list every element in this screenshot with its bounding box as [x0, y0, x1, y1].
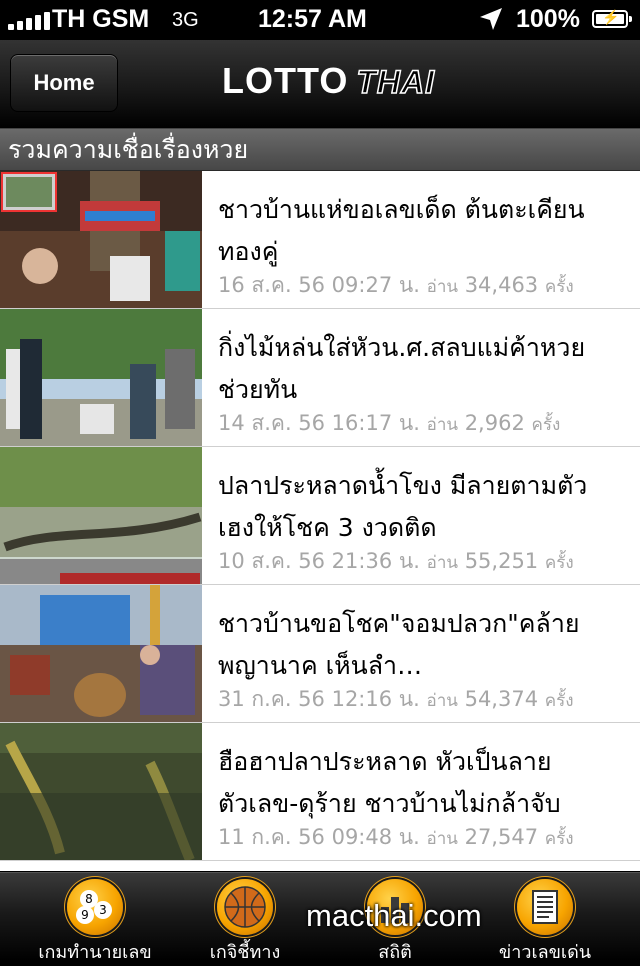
reads-label: อ่าน — [426, 277, 458, 297]
article-date: 10 ส.ค. 56 21:36 น. — [218, 549, 420, 573]
read-count: 55,251 — [464, 549, 539, 573]
reads-suffix: ครั้ง — [544, 277, 574, 297]
article-meta: 10 ส.ค. 56 21:36 น. อ่าน 55,251 ครั้ง — [218, 545, 574, 578]
battery-percent: 100% — [516, 5, 580, 33]
read-count: 54,374 — [464, 687, 539, 711]
news-icon — [517, 879, 573, 935]
reads-label: อ่าน — [426, 553, 458, 573]
status-time: 12:57 AM — [258, 5, 367, 33]
svg-text:8: 8 — [85, 892, 93, 906]
signal-icon — [8, 10, 50, 30]
basketball-icon — [217, 879, 273, 935]
status-bar: TH GSM 3G 12:57 AM 100% ⚡ — [0, 0, 640, 40]
tab-prediction-game[interactable]: 8 9 3 เกมทำนายเลข — [15, 873, 175, 963]
article-title: กิ่งไม้หล่นใส่หัวน.ศ.สลบแม่ค้าหวยช่วยทัน — [218, 333, 586, 404]
reads-suffix: ครั้ง — [531, 415, 561, 435]
article-meta: 14 ส.ค. 56 16:17 น. อ่าน 2,962 ครั้ง — [218, 407, 560, 440]
read-count: 34,463 — [464, 273, 539, 297]
article-thumbnail — [0, 447, 202, 584]
article-row[interactable]: ปลาประหลาดน้ำโขง มีลายตามตัว เฮงให้โชค 3… — [0, 447, 640, 585]
tab-label: สถิติ — [378, 942, 412, 963]
tab-featured-news[interactable]: ข่าวเลขเด่น — [465, 873, 625, 963]
article-row[interactable]: กิ่งไม้หล่นใส่หัวน.ศ.สลบแม่ค้าหวยช่วยทัน… — [0, 309, 640, 447]
tab-guru-guide[interactable]: เกจิชี้ทาง — [165, 873, 325, 963]
article-date: 11 ก.ค. 56 09:48 น. — [218, 825, 420, 849]
section-title: รวมความเชื่อเรื่องหวย — [0, 129, 640, 171]
article-title: ปลาประหลาดน้ำโขง มีลายตามตัว เฮงให้โชค 3… — [218, 471, 588, 542]
reads-label: อ่าน — [426, 415, 458, 435]
app-logo: LOTTO THAI — [222, 60, 435, 108]
read-count: 2,962 — [464, 411, 525, 435]
tab-label: เกมทำนายเลข — [38, 942, 152, 963]
reads-suffix: ครั้ง — [544, 553, 574, 573]
svg-text:3: 3 — [99, 903, 107, 917]
article-title: ฮือฮาปลาประหลาด หัวเป็นลายตัวเลข-ดุร้าย … — [218, 747, 561, 818]
logo-thai-text: THAI — [356, 63, 435, 101]
read-count: 27,547 — [464, 825, 539, 849]
location-arrow-icon — [480, 8, 502, 30]
logo-lotto-text: LOTTO — [222, 60, 349, 101]
reads-suffix: ครั้ง — [544, 829, 574, 849]
article-meta: 16 ส.ค. 56 09:27 น. อ่าน 34,463 ครั้ง — [218, 269, 574, 302]
article-date: 16 ส.ค. 56 09:27 น. — [218, 273, 420, 297]
article-thumbnail — [0, 723, 202, 860]
article-thumbnail — [0, 309, 202, 446]
battery-charging-icon: ⚡ — [592, 9, 632, 28]
svg-text:9: 9 — [81, 908, 89, 922]
lotto-balls-icon: 8 9 3 — [67, 879, 123, 935]
reads-label: อ่าน — [426, 691, 458, 711]
home-button[interactable]: Home — [10, 54, 118, 112]
article-title: ชาวบ้านขอโชค"จอมปลวก"คล้ายพญานาค เห็นลำ… — [218, 609, 580, 680]
tab-label: เกจิชี้ทาง — [209, 942, 281, 963]
article-meta: 31 ก.ค. 56 12:16 น. อ่าน 54,374 ครั้ง — [218, 683, 574, 716]
tab-label: ข่าวเลขเด่น — [498, 942, 592, 963]
article-date: 31 ก.ค. 56 12:16 น. — [218, 687, 420, 711]
carrier-name: TH GSM — [52, 5, 150, 33]
article-row[interactable]: ฮือฮาปลาประหลาด หัวเป็นลายตัวเลข-ดุร้าย … — [0, 723, 640, 861]
reads-suffix: ครั้ง — [544, 691, 574, 711]
article-list[interactable]: ชาวบ้านแห่ขอเลขเด็ด ต้นตะเคียนทองคู่ 16 … — [0, 171, 640, 871]
article-row[interactable]: ชาวบ้านขอโชค"จอมปลวก"คล้ายพญานาค เห็นลำ…… — [0, 585, 640, 723]
article-title: ชาวบ้านแห่ขอเลขเด็ด ต้นตะเคียนทองคู่ — [218, 195, 585, 266]
article-date: 14 ส.ค. 56 16:17 น. — [218, 411, 420, 435]
article-meta: 11 ก.ค. 56 09:48 น. อ่าน 27,547 ครั้ง — [218, 821, 574, 854]
article-thumbnail — [0, 585, 202, 722]
article-row[interactable]: ชาวบ้านแห่ขอเลขเด็ด ต้นตะเคียนทองคู่ 16 … — [0, 171, 640, 309]
network-type: 3G — [172, 9, 199, 31]
reads-label: อ่าน — [426, 829, 458, 849]
article-thumbnail — [0, 171, 202, 308]
watermark: macthai.com — [306, 898, 482, 933]
navigation-bar: Home LOTTO THAI — [0, 40, 640, 129]
